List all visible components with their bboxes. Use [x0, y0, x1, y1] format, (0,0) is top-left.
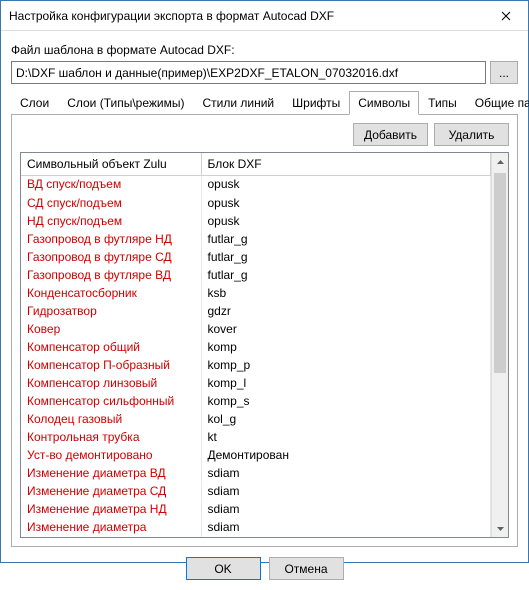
template-label: Файл шаблона в формате Autocad DXF:	[11, 43, 518, 57]
content-area: Файл шаблона в формате Autocad DXF: ... …	[1, 31, 528, 590]
title-bar: Настройка конфигурации экспорта в формат…	[1, 1, 528, 31]
col-header-block[interactable]: Блок DXF	[201, 153, 491, 176]
template-path-input[interactable]	[11, 61, 486, 84]
footer-buttons: OK Отмена	[11, 547, 518, 590]
table-row[interactable]: Сбросной СВЕЧАsv	[21, 536, 491, 538]
table-row[interactable]: Изменение диаметра ВДsdiam	[21, 464, 491, 482]
table-row[interactable]: Конденсатосборникksb	[21, 284, 491, 302]
cell-symbol: Компенсатор сильфонный	[21, 392, 201, 410]
tab-line-styles[interactable]: Стили линий	[193, 91, 283, 115]
table-row[interactable]: Контрольная трубкаkt	[21, 428, 491, 446]
scroll-thumb[interactable]	[494, 173, 506, 373]
cell-symbol: НД спуск/подъем	[21, 212, 201, 230]
cell-block: komp_l	[201, 374, 491, 392]
cell-block: opusk	[201, 176, 491, 194]
cell-symbol: Изменение диаметра СД	[21, 482, 201, 500]
table-row[interactable]: Изменение диаметраsdiam	[21, 518, 491, 536]
table-row[interactable]: НД спуск/подъемopusk	[21, 212, 491, 230]
table-row[interactable]: ВД спуск/подъемopusk	[21, 176, 491, 194]
cell-symbol: СД спуск/подъем	[21, 194, 201, 212]
table-row[interactable]: Компенсатор линзовыйkomp_l	[21, 374, 491, 392]
table-row[interactable]: Изменение диаметра НДsdiam	[21, 500, 491, 518]
cell-symbol: Компенсатор П-образный	[21, 356, 201, 374]
tab-symbols[interactable]: Символы	[349, 91, 419, 115]
table-row[interactable]: Компенсатор сильфонныйkomp_s	[21, 392, 491, 410]
cell-block: sdiam	[201, 500, 491, 518]
cell-symbol: Сбросной СВЕЧА	[21, 536, 201, 538]
table-row[interactable]: Гидрозатворgdzr	[21, 302, 491, 320]
col-header-symbol[interactable]: Символьный объект Zulu	[21, 153, 201, 176]
table-row[interactable]: Газопровод в футляре СДfutlar_g	[21, 248, 491, 266]
ok-button[interactable]: OK	[186, 557, 261, 580]
cell-block: sdiam	[201, 464, 491, 482]
window-title: Настройка конфигурации экспорта в формат…	[9, 9, 483, 23]
cell-symbol: Изменение диаметра ВД	[21, 464, 201, 482]
template-path-row: ...	[11, 61, 518, 84]
cell-block: komp_p	[201, 356, 491, 374]
cell-symbol: ВД спуск/подъем	[21, 176, 201, 194]
table-row[interactable]: Изменение диаметра СДsdiam	[21, 482, 491, 500]
cell-block: gdzr	[201, 302, 491, 320]
cell-block: Демонтирован	[201, 446, 491, 464]
cell-block: sdiam	[201, 482, 491, 500]
tab-body: Добавить Удалить Символьный объект Zulu …	[11, 115, 518, 547]
table-row[interactable]: Компенсатор П-образныйkomp_p	[21, 356, 491, 374]
cell-block: komp_s	[201, 392, 491, 410]
cell-block: sv	[201, 536, 491, 538]
cell-symbol: Ковер	[21, 320, 201, 338]
table-row[interactable]: Газопровод в футляре НДfutlar_g	[21, 230, 491, 248]
cell-block: komp	[201, 338, 491, 356]
cell-symbol: Конденсатосборник	[21, 284, 201, 302]
cell-block: opusk	[201, 212, 491, 230]
table-row[interactable]: Газопровод в футляре ВДfutlar_g	[21, 266, 491, 284]
cell-block: kover	[201, 320, 491, 338]
cell-block: sdiam	[201, 518, 491, 536]
cell-symbol: Колодец газовый	[21, 410, 201, 428]
cell-block: futlar_g	[201, 230, 491, 248]
close-icon	[501, 8, 511, 24]
cell-symbol: Газопровод в футляре СД	[21, 248, 201, 266]
vertical-scrollbar[interactable]	[491, 153, 508, 537]
close-button[interactable]	[483, 1, 528, 31]
cell-block: ksb	[201, 284, 491, 302]
delete-button[interactable]: Удалить	[434, 123, 509, 146]
cell-symbol: Уст-во демонтировано	[21, 446, 201, 464]
cell-symbol: Компенсатор линзовый	[21, 374, 201, 392]
add-button[interactable]: Добавить	[353, 123, 428, 146]
cell-symbol: Газопровод в футляре ВД	[21, 266, 201, 284]
browse-button[interactable]: ...	[490, 61, 518, 84]
tab-fonts[interactable]: Шрифты	[283, 91, 349, 115]
cell-block: kol_g	[201, 410, 491, 428]
table-row[interactable]: Уст-во демонтированоДемонтирован	[21, 446, 491, 464]
scroll-up-arrow[interactable]	[492, 153, 509, 170]
cell-symbol: Газопровод в футляре НД	[21, 230, 201, 248]
cell-block: opusk	[201, 194, 491, 212]
tab-layers[interactable]: Слои	[11, 91, 58, 115]
table-content[interactable]: Символьный объект Zulu Блок DXF ВД спуск…	[21, 153, 491, 537]
scroll-down-arrow[interactable]	[492, 520, 509, 537]
table-button-row: Добавить Удалить	[20, 123, 509, 146]
cancel-button[interactable]: Отмена	[269, 557, 344, 580]
table-row[interactable]: Компенсатор общийkomp	[21, 338, 491, 356]
table-row[interactable]: Колодец газовыйkol_g	[21, 410, 491, 428]
table-wrapper: Символьный объект Zulu Блок DXF ВД спуск…	[20, 152, 509, 538]
cell-symbol: Компенсатор общий	[21, 338, 201, 356]
cell-symbol: Контрольная трубка	[21, 428, 201, 446]
tab-types[interactable]: Типы	[419, 91, 466, 115]
cell-block: futlar_g	[201, 266, 491, 284]
tab-strip: Слои Слои (Типы\режимы) Стили линий Шриф…	[11, 90, 518, 115]
cell-symbol: Изменение диаметра НД	[21, 500, 201, 518]
tab-general[interactable]: Общие параметры	[466, 91, 529, 115]
cell-symbol: Гидрозатвор	[21, 302, 201, 320]
cell-block: futlar_g	[201, 248, 491, 266]
cell-block: kt	[201, 428, 491, 446]
tab-layers-types[interactable]: Слои (Типы\режимы)	[58, 91, 193, 115]
cell-symbol: Изменение диаметра	[21, 518, 201, 536]
symbols-table: Символьный объект Zulu Блок DXF ВД спуск…	[21, 153, 491, 537]
table-row[interactable]: Коверkover	[21, 320, 491, 338]
table-row[interactable]: СД спуск/подъемopusk	[21, 194, 491, 212]
